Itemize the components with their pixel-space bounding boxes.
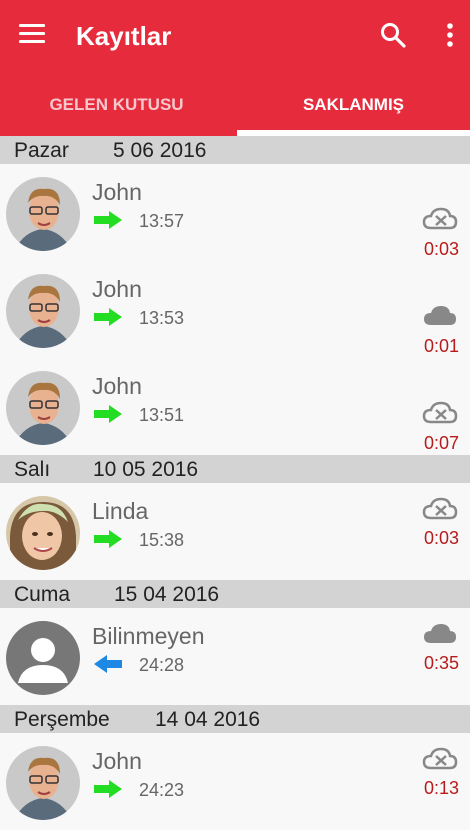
call-time: 24:28 — [139, 655, 185, 675]
outgoing-arrow-icon — [94, 530, 122, 548]
cloud-off-icon[interactable] — [422, 401, 458, 425]
contact-name: Linda — [92, 498, 149, 524]
list-item[interactable]: John 13:53 0:01 — [0, 261, 470, 358]
call-time: 24:23 — [139, 780, 185, 800]
avatar-john-image — [6, 274, 80, 348]
outgoing-arrow-icon — [94, 405, 122, 423]
date-header-day: Perşembe — [14, 708, 110, 731]
date-header: Perşembe 14 04 2016 — [0, 705, 470, 733]
menu-icon[interactable] — [19, 24, 45, 44]
list-item[interactable]: John 24:23 0:13 — [0, 733, 470, 830]
contact-name: John — [92, 748, 142, 774]
avatar-linda-image — [6, 496, 80, 570]
list-item[interactable]: Bilinmeyen 24:28 0:35 — [0, 608, 470, 705]
date-header-date: 15 04 2016 — [114, 583, 220, 606]
outgoing-arrow-icon — [94, 211, 122, 229]
list-item[interactable]: Linda 15:38 0:03 — [0, 483, 470, 580]
avatar — [6, 274, 80, 348]
outgoing-arrow-icon — [94, 780, 122, 798]
cloud-off-icon[interactable] — [422, 497, 458, 521]
call-duration: 0:07 — [424, 433, 460, 453]
contact-name: Bilinmeyen — [92, 623, 205, 649]
tab-inbox[interactable]: GELEN KUTUSU — [0, 74, 233, 136]
call-duration: 0:03 — [424, 528, 460, 548]
date-header-date: 14 04 2016 — [155, 708, 261, 731]
avatar — [6, 621, 80, 695]
search-icon[interactable] — [380, 22, 406, 48]
list-item[interactable]: John 13:51 0:07 — [0, 358, 470, 455]
avatar-john-image — [6, 371, 80, 445]
incoming-arrow-icon — [94, 655, 122, 673]
unknown-contact-icon — [6, 621, 80, 695]
date-header-date: 10 05 2016 — [93, 458, 199, 481]
cloud-icon[interactable] — [422, 304, 458, 328]
call-duration: 0:35 — [424, 653, 460, 673]
contact-name: John — [92, 373, 142, 399]
tab-bar: GELEN KUTUSU SAKLANMIŞ — [0, 74, 470, 136]
date-header-date: 5 06 2016 — [113, 139, 207, 162]
call-time: 13:53 — [139, 308, 185, 328]
call-time: 13:57 — [139, 211, 185, 231]
avatar — [6, 371, 80, 445]
cloud-icon[interactable] — [422, 622, 458, 646]
call-time: 13:51 — [139, 405, 185, 425]
avatar-john-image — [6, 177, 80, 251]
contact-name: John — [92, 276, 142, 302]
contact-name: John — [92, 179, 142, 205]
outgoing-arrow-icon — [94, 308, 122, 326]
avatar-john-image — [6, 746, 80, 820]
date-header: Cuma 15 04 2016 — [0, 580, 470, 608]
page-title: Kayıtlar — [76, 21, 172, 51]
date-header-day: Salı — [14, 458, 51, 481]
date-header-day: Pazar — [14, 139, 69, 162]
date-header: Salı 10 05 2016 — [0, 455, 470, 483]
call-duration: 0:01 — [424, 336, 460, 356]
call-time: 15:38 — [139, 530, 185, 550]
avatar — [6, 496, 80, 570]
app-bar: Kayıtlar GELEN KUTUSU SAKLANMIŞ — [0, 0, 470, 136]
avatar — [6, 746, 80, 820]
call-duration: 0:03 — [424, 239, 460, 259]
date-header-day: Cuma — [14, 583, 71, 606]
recordings-list[interactable]: Pazar 5 06 2016 John 13:57 0:03 John 13:… — [0, 136, 470, 830]
tab-saved[interactable]: SAKLANMIŞ — [237, 74, 470, 136]
avatar — [6, 177, 80, 251]
cloud-off-icon[interactable] — [422, 207, 458, 231]
cloud-off-icon[interactable] — [422, 747, 458, 771]
call-duration: 0:13 — [424, 778, 460, 798]
date-header: Pazar 5 06 2016 — [0, 136, 470, 164]
more-vert-icon[interactable] — [440, 22, 460, 50]
list-item[interactable]: John 13:57 0:03 — [0, 164, 470, 261]
